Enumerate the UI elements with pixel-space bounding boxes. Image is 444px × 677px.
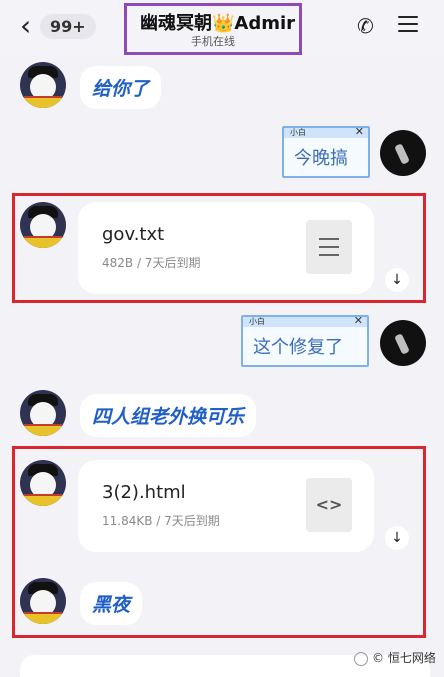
avatar[interactable] (20, 202, 66, 248)
avatar[interactable] (20, 390, 66, 436)
download-icon[interactable]: ↓ (385, 268, 409, 292)
chat-header: ‹ 99+ 幽魂冥朝👑Admir 手机在线 ✆ (0, 0, 444, 56)
chat-subtitle: 手机在线 (191, 35, 235, 48)
file-meta: 11.84KB / 7天后到期 (102, 514, 220, 528)
chat-screen: ‹ 99+ 幽魂冥朝👑Admir 手机在线 ✆ 给你了 小白 ✕ 今晚搞 gov.… (0, 0, 444, 677)
phone-icon[interactable]: ✆ (357, 14, 374, 38)
menu-icon[interactable] (398, 16, 418, 32)
file-name: 3(2).html (102, 482, 186, 503)
received-message[interactable]: 给你了 (80, 66, 162, 109)
text-file-icon (306, 220, 352, 274)
close-icon: ✕ (354, 125, 364, 138)
avatar[interactable] (380, 130, 426, 176)
code-file-icon: <> (306, 478, 352, 532)
received-message[interactable]: 四人组老外换可乐 (80, 394, 257, 437)
close-icon: ✕ (353, 314, 363, 327)
download-icon[interactable]: ↓ (385, 526, 409, 550)
avatar[interactable] (20, 578, 66, 624)
sent-message[interactable]: 小白 ✕ 这个修复了 (241, 314, 369, 367)
sent-message-text: 这个修复了 (253, 337, 343, 358)
sent-message-text: 今晚搞 (294, 148, 348, 169)
file-message[interactable]: gov.txt 482B / 7天后到期 (78, 202, 374, 294)
received-message[interactable]: 黑夜 (80, 582, 143, 625)
wechat-icon (354, 651, 368, 666)
avatar[interactable] (20, 62, 66, 108)
chevron-left-icon[interactable]: ‹ (20, 12, 31, 40)
sender-label: 小白 (290, 128, 306, 137)
chat-title: 幽魂冥朝👑Admir (140, 13, 296, 34)
sent-message[interactable]: 小白 ✕ 今晚搞 (282, 125, 370, 178)
sender-label: 小白 (249, 317, 265, 326)
file-meta: 482B / 7天后到期 (102, 256, 201, 270)
file-message[interactable]: 3(2).html 11.84KB / 7天后到期 <> (78, 460, 374, 552)
watermark: © 恒七网络 (354, 649, 436, 666)
avatar[interactable] (20, 460, 66, 506)
avatar[interactable] (380, 320, 426, 366)
unread-count-badge[interactable]: 99+ (40, 14, 96, 39)
file-name: gov.txt (102, 224, 165, 245)
